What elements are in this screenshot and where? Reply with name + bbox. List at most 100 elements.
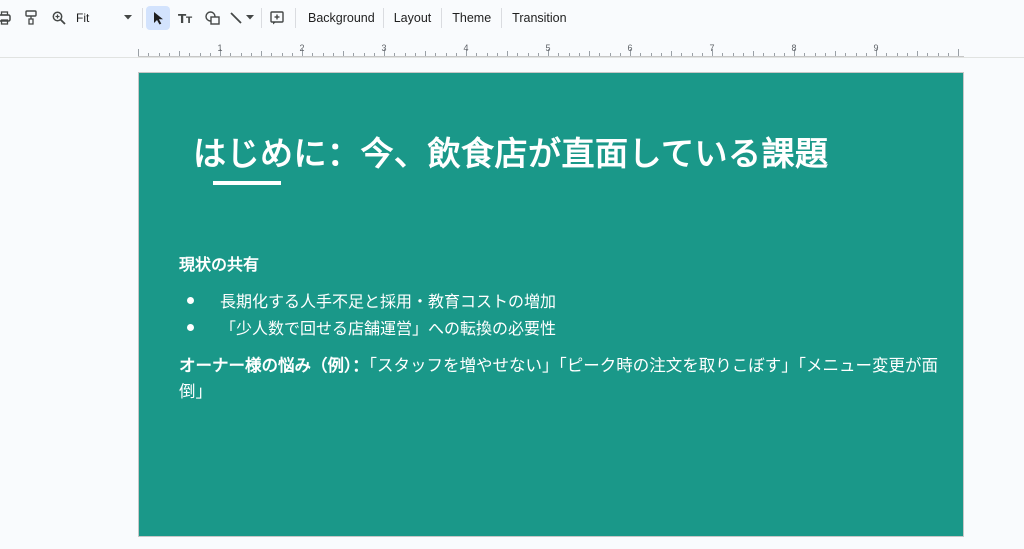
ruler-tick: [322, 53, 324, 56]
ruler-tick: [363, 53, 365, 56]
zoom-dropdown-icon[interactable]: [122, 6, 134, 30]
ruler-tick: [937, 53, 939, 56]
toolbar: Fit TT Background Layout Theme Transitio…: [0, 0, 1024, 35]
slide-canvas[interactable]: はじめに：今、飲食店が直面している課題 現状の共有 長期化する人手不足と採用・教…: [138, 72, 964, 537]
ruler-tick: [691, 53, 693, 56]
ruler-tick: [445, 53, 447, 56]
transition-button[interactable]: Transition: [502, 6, 576, 30]
line-dropdown-icon[interactable]: [245, 6, 255, 30]
ruler-tick: [240, 53, 242, 56]
ruler-label: 1: [217, 43, 223, 53]
text-box-icon[interactable]: TT: [175, 6, 197, 30]
ruler-tick: [896, 53, 898, 56]
zoom-select[interactable]: Fit: [76, 11, 118, 25]
ruler-tick: [763, 53, 765, 56]
ruler-tick: [722, 53, 724, 56]
bullet-text: 長期化する人手不足と採用・教育コストの増加: [220, 292, 557, 311]
ruler-tick: [906, 53, 908, 56]
ruler-tick: [148, 53, 150, 56]
ruler-label: 9: [873, 43, 879, 53]
title-underline: [213, 181, 281, 185]
horizontal-ruler[interactable]: 1 2 3 4 5 6 7 8 9: [138, 40, 964, 57]
ruler-label: 8: [791, 43, 797, 53]
ruler-tick: [199, 53, 201, 56]
ruler-tick: [343, 51, 344, 56]
list-item[interactable]: 長期化する人手不足と採用・教育コストの増加: [187, 288, 556, 312]
ruler-tick: [927, 53, 929, 56]
ruler-tick: [189, 53, 191, 56]
ruler-tick: [312, 53, 314, 56]
zoom-icon[interactable]: [48, 6, 70, 30]
ruler-tick: [947, 53, 949, 56]
ruler-tick: [824, 53, 826, 56]
ruler-tick: [681, 53, 683, 56]
ruler-tick: [209, 53, 211, 56]
ruler-tick: [394, 53, 396, 56]
ruler-tick: [404, 53, 406, 56]
ruler-tick: [373, 53, 375, 56]
slide-title[interactable]: はじめに：今、飲食店が直面している課題: [193, 127, 829, 175]
ruler-tick: [271, 53, 273, 56]
bullet-icon: [187, 296, 194, 304]
paint-format-icon[interactable]: [18, 6, 44, 30]
ruler-tick: [958, 49, 959, 56]
ruler-tick: [619, 53, 621, 56]
ruler-tick: [732, 53, 734, 56]
list-item[interactable]: 「少人数で回せる店舗運営」への転換の必要性: [187, 315, 556, 339]
ruler-tick: [496, 53, 498, 56]
ruler-tick: [476, 53, 478, 56]
ruler-tick: [701, 53, 703, 56]
ruler-tick: [845, 53, 847, 56]
ruler-tick: [138, 49, 139, 56]
svg-text:T: T: [186, 16, 193, 24]
comment-add-icon[interactable]: [265, 6, 289, 30]
ruler-tick: [455, 53, 457, 56]
concerns-paragraph[interactable]: オーナー様の悩み（例）：「スタッフを増やせない」「ピーク時の注文を取りこぼす」「…: [179, 353, 949, 405]
ruler-tick: [640, 53, 642, 56]
ruler-tick: [158, 53, 160, 56]
toolbar-divider: [142, 7, 143, 28]
ruler-tick: [261, 51, 262, 56]
ruler-tick: [609, 53, 611, 56]
line-icon[interactable]: [227, 6, 245, 30]
layout-button[interactable]: Layout: [384, 6, 442, 30]
ruler-tick: [486, 53, 488, 56]
ruler-tick: [507, 51, 508, 56]
theme-button[interactable]: Theme: [442, 6, 501, 30]
ruler-tick: [814, 53, 816, 56]
ruler-tick: [537, 53, 539, 56]
ruler-label: 5: [545, 43, 551, 53]
ruler-tick: [332, 53, 334, 56]
ruler-tick: [527, 53, 529, 56]
ruler-tick: [517, 53, 519, 56]
ruler-label: 4: [463, 43, 469, 53]
ruler-tick: [855, 53, 857, 56]
ruler-tick: [230, 53, 232, 56]
slides-editor: Fit TT Background Layout Theme Transitio…: [0, 0, 1024, 549]
ruler-tick: [291, 53, 293, 56]
ruler-tick: [179, 51, 180, 56]
ruler-tick: [804, 53, 806, 56]
ruler-tick: [558, 53, 560, 56]
toolbar-divider: [295, 7, 296, 28]
ruler-tick: [353, 53, 355, 56]
background-button[interactable]: Background: [300, 6, 383, 30]
ruler-tick: [425, 51, 426, 56]
shape-icon[interactable]: [201, 6, 223, 30]
ruler-tick: [773, 53, 775, 56]
ruler-tick: [650, 53, 652, 56]
ruler-tick: [865, 53, 867, 56]
ruler-tick: [414, 53, 416, 56]
ruler-tick: [250, 53, 252, 56]
ruler-label: 3: [381, 43, 387, 53]
ruler-tick: [168, 53, 170, 56]
section-heading[interactable]: 現状の共有: [179, 251, 259, 275]
ruler-label: 2: [299, 43, 305, 53]
ruler-tick: [753, 51, 754, 56]
ruler-tick: [435, 53, 437, 56]
ruler-tick: [742, 53, 744, 56]
ruler-tick: [281, 53, 283, 56]
print-icon[interactable]: [0, 6, 12, 30]
cursor-icon[interactable]: [146, 5, 170, 30]
ruler-tick: [568, 53, 570, 56]
